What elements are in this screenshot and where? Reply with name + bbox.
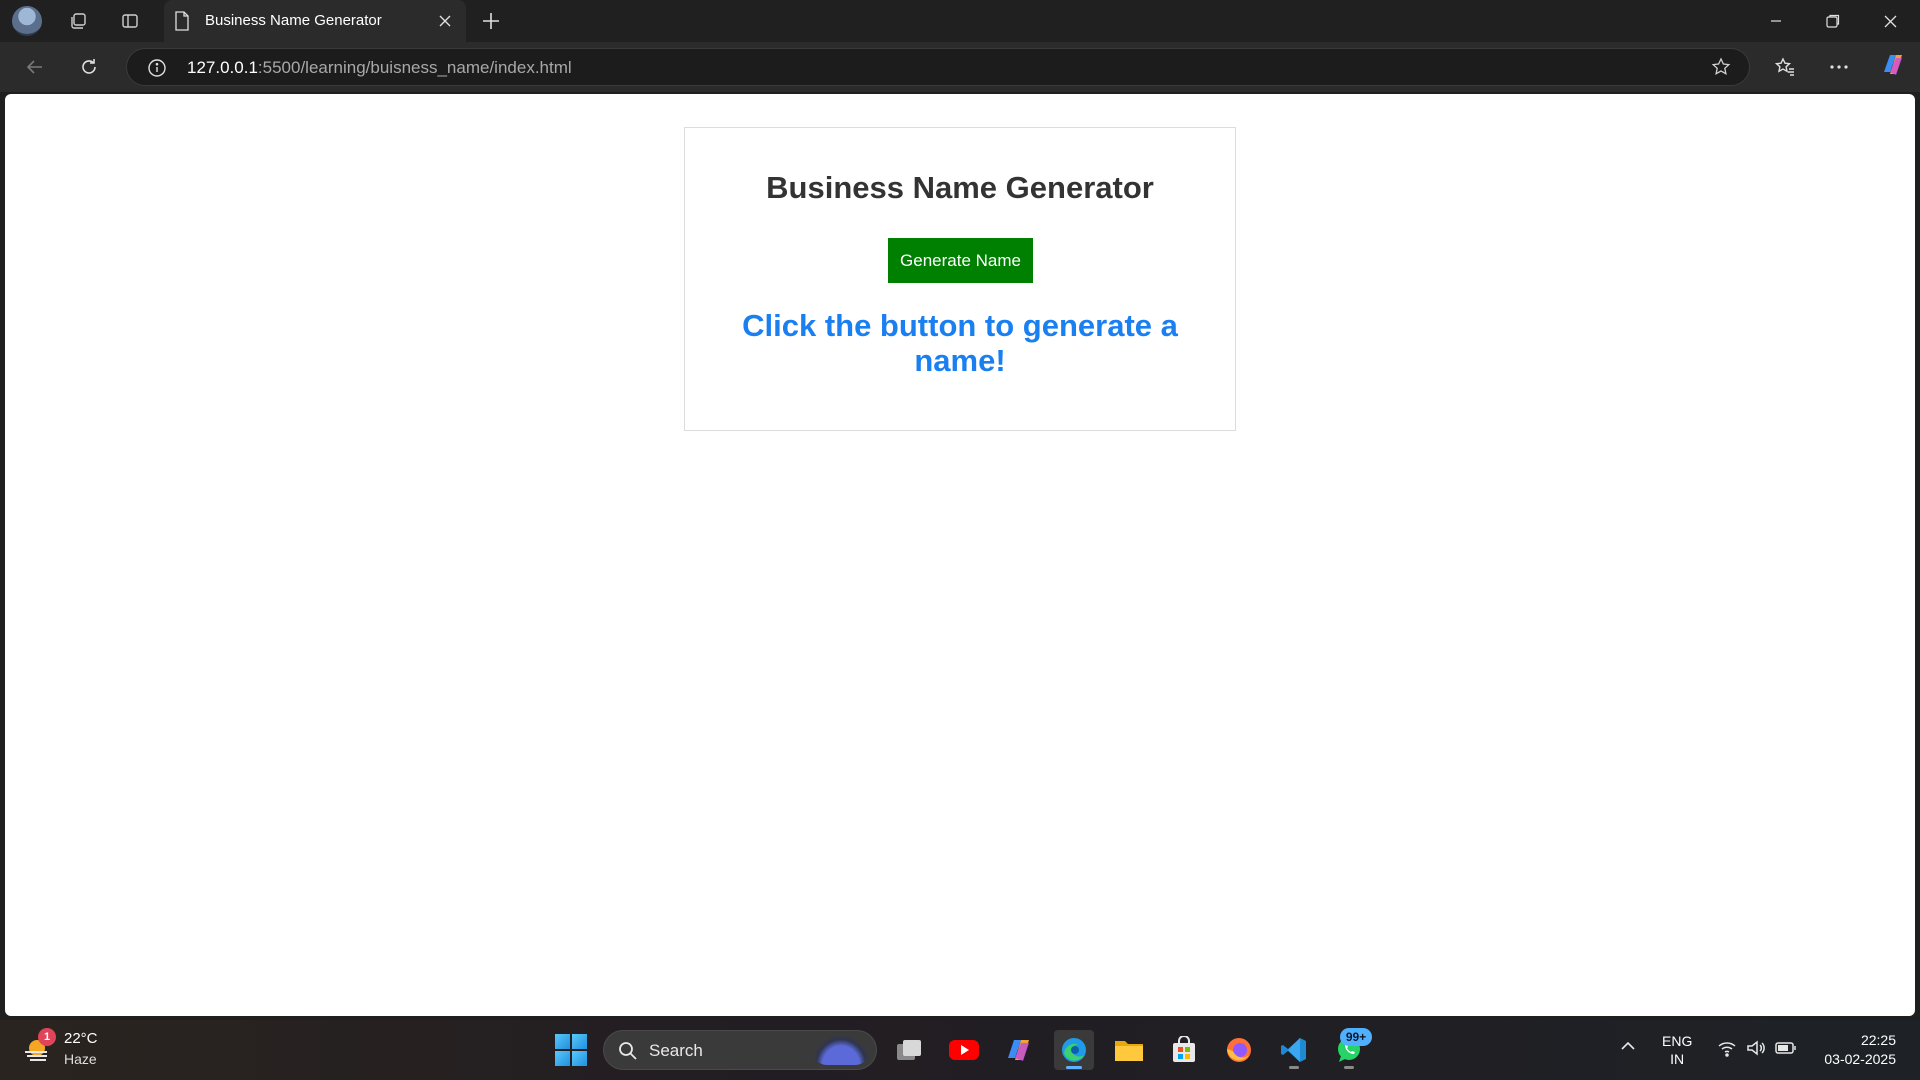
search-label: Search [649, 1041, 703, 1060]
copilot-icon[interactable] [1878, 50, 1908, 82]
favorites-icon[interactable] [1767, 50, 1803, 84]
page-icon [174, 11, 190, 36]
profile-avatar[interactable] [12, 6, 42, 36]
more-menu-icon[interactable] [1821, 50, 1857, 84]
clock-time: 22:25 [1860, 1032, 1896, 1048]
weather-condition[interactable]: Haze [64, 1051, 97, 1067]
microsoft-store-icon[interactable] [1164, 1030, 1204, 1070]
address-bar[interactable]: 127.0.0.1:5500/learning/buisness_name/in… [126, 48, 1750, 86]
taskbar: 1 22°C Haze Search 99+ ENG IN 22:25 03-0… [0, 1020, 1920, 1080]
clock-date: 03-02-2025 [1824, 1051, 1896, 1067]
add-favorite-star-icon[interactable] [1711, 57, 1731, 82]
vscode-icon[interactable] [1274, 1030, 1314, 1070]
weather-badge: 1 [38, 1028, 56, 1046]
taskbar-search[interactable]: Search [603, 1030, 877, 1070]
restore-icon[interactable] [1805, 0, 1861, 42]
generate-name-button[interactable]: Generate Name [888, 238, 1033, 283]
url-host: 127.0.0.1 [187, 58, 258, 77]
title-bar: Business Name Generator [0, 0, 1920, 42]
active-app-indicator [1066, 1066, 1082, 1069]
close-window-icon[interactable] [1862, 0, 1918, 42]
show-hidden-icons-chevron-icon[interactable] [1620, 1038, 1636, 1056]
generated-name-output: Click the button to generate a name! [742, 308, 1178, 378]
firefox-icon[interactable] [1219, 1030, 1259, 1070]
tab-title: Business Name Generator [205, 12, 382, 29]
file-explorer-icon[interactable] [1109, 1030, 1149, 1070]
running-app-indicator [1289, 1066, 1299, 1069]
generator-card: Business Name Generator Generate Name Cl… [684, 127, 1236, 431]
new-tab-icon[interactable] [474, 4, 508, 38]
start-windows-icon[interactable] [555, 1034, 587, 1066]
running-app-indicator [1344, 1066, 1354, 1069]
page-title: Business Name Generator [766, 170, 1154, 205]
task-view-icon[interactable] [889, 1030, 929, 1070]
site-info-icon[interactable] [147, 58, 167, 83]
workspaces-icon[interactable] [60, 4, 96, 38]
youtube-icon[interactable] [944, 1030, 984, 1070]
search-icon [618, 1041, 638, 1066]
minimize-icon[interactable] [1748, 0, 1804, 42]
vertical-tabs-icon[interactable] [112, 4, 148, 38]
language-code: ENG [1662, 1033, 1693, 1049]
region-code: IN [1670, 1051, 1685, 1067]
copilot-app-icon[interactable] [999, 1030, 1039, 1070]
refresh-icon[interactable] [71, 50, 107, 84]
edge-browser-icon[interactable] [1054, 1030, 1094, 1070]
search-highlight-art [812, 1035, 870, 1065]
browser-toolbar: 127.0.0.1:5500/learning/buisness_name/in… [0, 42, 1920, 92]
volume-icon[interactable] [1746, 1039, 1766, 1062]
wifi-icon[interactable] [1717, 1039, 1737, 1062]
close-tab-icon[interactable] [432, 8, 458, 34]
input-language-indicator[interactable]: ENG IN [1662, 1032, 1692, 1068]
page-viewport: Business Name Generator Generate Name Cl… [5, 94, 1915, 1016]
url-path: :5500/learning/buisness_name/index.html [257, 58, 572, 77]
back-icon[interactable] [17, 50, 53, 84]
whatsapp-notification-badge: 99+ [1340, 1028, 1372, 1046]
battery-icon[interactable] [1775, 1039, 1797, 1062]
system-clock[interactable]: 22:25 03-02-2025 [1812, 1031, 1896, 1069]
weather-temperature[interactable]: 22°C [64, 1030, 98, 1047]
url-text[interactable]: 127.0.0.1:5500/learning/buisness_name/in… [187, 58, 572, 78]
